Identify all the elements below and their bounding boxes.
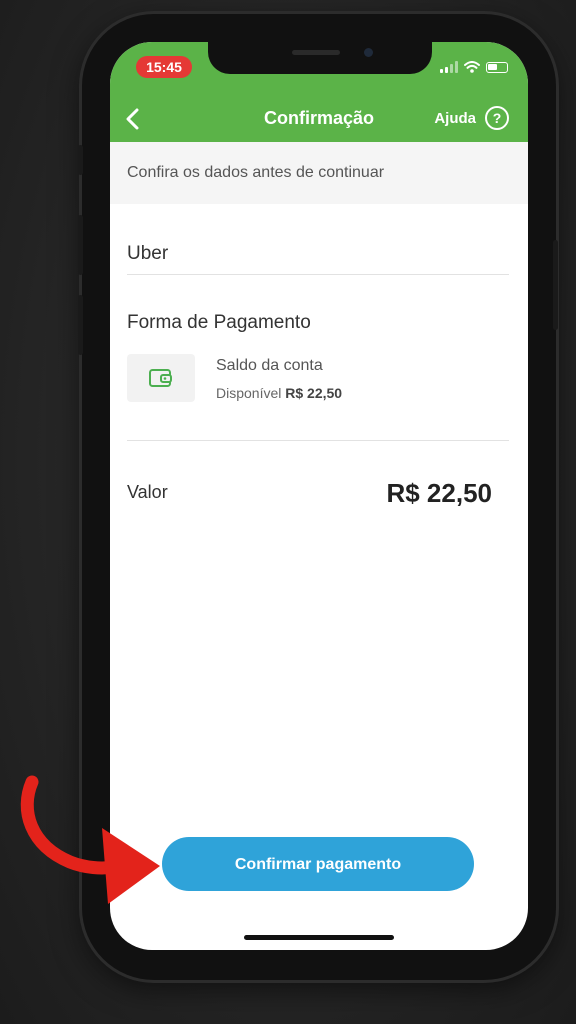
svg-text:?: ? — [493, 110, 502, 126]
phone-volume-up-button — [78, 215, 83, 275]
available-amount: R$ 22,50 — [285, 385, 343, 401]
speaker-grille — [292, 50, 340, 55]
home-indicator — [244, 935, 394, 940]
available-balance: Disponível R$ 22,50 — [216, 385, 342, 401]
wallet-icon — [149, 369, 172, 387]
status-icons — [440, 59, 508, 73]
annotation-arrow-icon — [20, 775, 160, 904]
amount-label: Valor — [127, 482, 168, 502]
question-circle-icon[interactable]: ? — [484, 105, 510, 131]
cellular-signal-icon — [440, 61, 458, 73]
phone-volume-down-button — [78, 295, 83, 355]
front-camera — [364, 48, 373, 57]
help-link[interactable]: Ajuda — [434, 110, 476, 127]
instructions-banner: Confira os dados antes de continuar — [110, 142, 528, 204]
phone-side-button — [78, 145, 83, 175]
divider — [127, 274, 509, 275]
wifi-icon — [464, 61, 480, 73]
battery-icon — [486, 62, 508, 73]
available-label: Disponível — [216, 385, 282, 401]
payment-method-icon-box — [127, 354, 195, 402]
phone-power-button — [553, 240, 558, 330]
notch — [208, 42, 432, 74]
confirm-payment-button[interactable]: Confirmar pagamento — [162, 837, 474, 891]
amount-value: R$ 22,50 — [386, 478, 492, 508]
merchant-name: Uber — [127, 243, 169, 264]
divider — [127, 440, 509, 441]
app-header: 15:45 Confirmação Ajuda ? — [110, 42, 528, 142]
payment-method-label: Forma de Pagamento — [127, 312, 311, 333]
status-time: 15:45 — [136, 56, 192, 78]
payment-method-name: Saldo da conta — [216, 357, 323, 374]
instructions-text: Confira os dados antes de continuar — [127, 164, 385, 181]
